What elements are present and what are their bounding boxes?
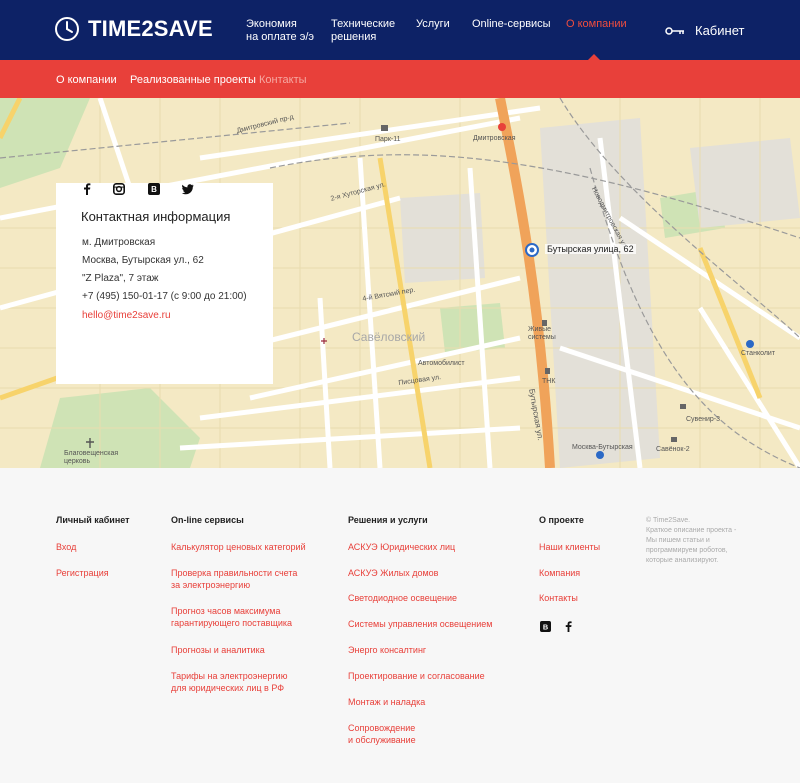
location-map[interactable]: Савёловский Бутырская ул. Дмитровский пр… (0, 98, 800, 468)
nav-label-line: Online-сервисы (472, 18, 551, 30)
nav-item-energy-savings[interactable]: Экономия на оплате э/э (246, 18, 314, 44)
footer-link-login[interactable]: Вход (56, 541, 76, 553)
map-label-poi: Парк-11 (375, 136, 401, 143)
note-line: Краткое описание проекта - (646, 527, 737, 534)
map-pin-label: Бутырская улица, 62 (545, 244, 636, 254)
instagram-icon[interactable] (113, 183, 125, 195)
nav-item-technical-solutions[interactable]: Технические решения (331, 18, 395, 44)
footer-link-contacts[interactable]: Контакты (539, 592, 578, 604)
footer-col-title: Решения и услуги (348, 515, 428, 525)
nav-label-line: Экономия (246, 18, 297, 30)
map-label-poi: Автомобилист (418, 360, 465, 367)
footer-link-askue-legal[interactable]: АСКУЭ Юридических лиц (348, 541, 455, 553)
vk-icon[interactable]: В (540, 621, 551, 632)
note-line: программируем роботов, (646, 547, 728, 554)
subnav-item-about[interactable]: О компании (56, 74, 117, 86)
map-label-district: Савёловский (352, 330, 426, 344)
footer-link-calculator[interactable]: Калькулятор ценовых категорий (171, 541, 306, 553)
footer-link-register[interactable]: Регистрация (56, 567, 109, 579)
footer-link-forecasts[interactable]: Прогнозы и аналитика (171, 644, 265, 656)
nav-label-line: Услуги (416, 18, 450, 30)
footer-col-solutions: Решения и услуги (348, 515, 428, 525)
clock-icon (55, 17, 79, 41)
sub-navigation-bar: О компании Реализованные проекты Контакт… (0, 60, 800, 98)
contact-phone: +7 (495) 150-01-17 (с 9:00 до 21:00) (82, 291, 247, 302)
footer-link-tariffs[interactable]: Тарифы на электроэнергию для юридических… (171, 670, 287, 694)
footer-col-title: On-line сервисы (171, 515, 244, 525)
map-label-poi: Савёнок-2 (656, 446, 690, 453)
footer-link-askue-residential[interactable]: АСКУЭ Жилых домов (348, 567, 438, 579)
vk-icon[interactable]: В (148, 183, 160, 195)
link-line: Тарифы на электроэнергию (171, 671, 288, 681)
link-line: Проверка правильности счета (171, 568, 298, 578)
facebook-icon[interactable] (563, 621, 574, 632)
footer-link-led-lighting[interactable]: Светодиодное освещение (348, 592, 457, 604)
footer-link-company[interactable]: Компания (539, 567, 580, 579)
contact-card: Контактная информация м. Дмитровская Мос… (56, 183, 273, 384)
nav-label-line: О компании (566, 18, 627, 30)
contact-email-link[interactable]: hello@time2save.ru (82, 310, 171, 321)
key-icon (665, 26, 684, 35)
map-label-poi: Москва-Бутырская (572, 444, 633, 451)
contact-metro: м. Дмитровская (82, 237, 156, 248)
footer-col-title: О проекте (539, 515, 584, 525)
link-line: Прогноз часов максимума (171, 606, 281, 616)
note-line: которые анализируют. (646, 557, 719, 564)
link-line: гарантирующего поставщика (171, 618, 293, 628)
link-line: и обслуживание (348, 735, 416, 745)
contact-title: Контактная информация (81, 209, 231, 224)
nav-item-online-services[interactable]: Online-сервисы (472, 18, 551, 31)
map-label-poi: Благовещенская церковь (64, 450, 119, 465)
footer-link-lighting-control[interactable]: Системы управления освещением (348, 618, 493, 630)
footer-link-installation[interactable]: Монтаж и наладка (348, 696, 425, 708)
nav-label-line: на оплате э/э (246, 31, 314, 43)
logo[interactable]: TIME2SAVE (54, 16, 213, 42)
footer-link-maintenance[interactable]: Сопровождение и обслуживание (348, 722, 416, 746)
link-line: Калькулятор ценовых категорий (171, 542, 306, 552)
footer-project-note: © Time2Save. Краткое описание проекта - … (646, 516, 766, 566)
note-line: Мы пишем статьи и (646, 537, 710, 544)
contact-address: Москва, Бутырская ул., 62 (82, 255, 204, 266)
nav-item-services[interactable]: Услуги (416, 18, 450, 31)
brand-name: TIME2SAVE (88, 16, 213, 41)
map-label-poi: ТНК (542, 378, 556, 385)
footer-col-personal-cabinet: Личный кабинет (56, 515, 130, 525)
map-label-poi: Стан­колит (741, 350, 776, 357)
cabinet-link[interactable]: Кабинет (665, 23, 744, 38)
map-label-poi: Живые системы (528, 326, 556, 341)
contact-building: "Z Plaza", 7 этаж (82, 273, 159, 284)
top-navigation-bar: TIME2SAVE Экономия на оплате э/э Техниче… (0, 0, 800, 60)
subnav-item-contacts[interactable]: Контакты (259, 74, 307, 86)
link-line: Прогнозы и аналитика (171, 645, 265, 655)
nav-label-line: решения (331, 31, 377, 43)
footer-link-design[interactable]: Проектирование и согласование (348, 670, 485, 682)
svg-text:В: В (543, 622, 548, 631)
footer-col-about: О проекте (539, 515, 584, 525)
footer-link-peak-forecast[interactable]: Прогноз часов максимума гарантирующего п… (171, 605, 292, 629)
footer-link-clients[interactable]: Наши клиенты (539, 541, 600, 553)
nav-label-line: Технические (331, 18, 396, 30)
note-line: © Time2Save. (646, 517, 691, 524)
twitter-icon[interactable] (182, 183, 194, 195)
map-label-poi: Дмитровская (473, 135, 516, 142)
nav-item-about-company[interactable]: О компании (566, 18, 627, 31)
link-line: Сопровождение (348, 723, 416, 733)
footer-link-bill-check[interactable]: Проверка правильности счета за электроэн… (171, 567, 297, 591)
facebook-icon[interactable] (81, 183, 93, 195)
link-line: за электроэнергию (171, 580, 251, 590)
footer-col-online-services: On-line сервисы (171, 515, 244, 525)
map-label-poi: Сувенир-3 (686, 416, 720, 423)
cabinet-label: Кабинет (695, 23, 745, 38)
subnav-item-projects[interactable]: Реализованные проекты (130, 74, 256, 86)
footer-col-title: Личный кабинет (56, 515, 130, 525)
link-line: для юридических лиц в РФ (171, 683, 285, 693)
footer-link-energy-consulting[interactable]: Энерго консалтинг (348, 644, 426, 656)
svg-text:В: В (151, 185, 157, 194)
